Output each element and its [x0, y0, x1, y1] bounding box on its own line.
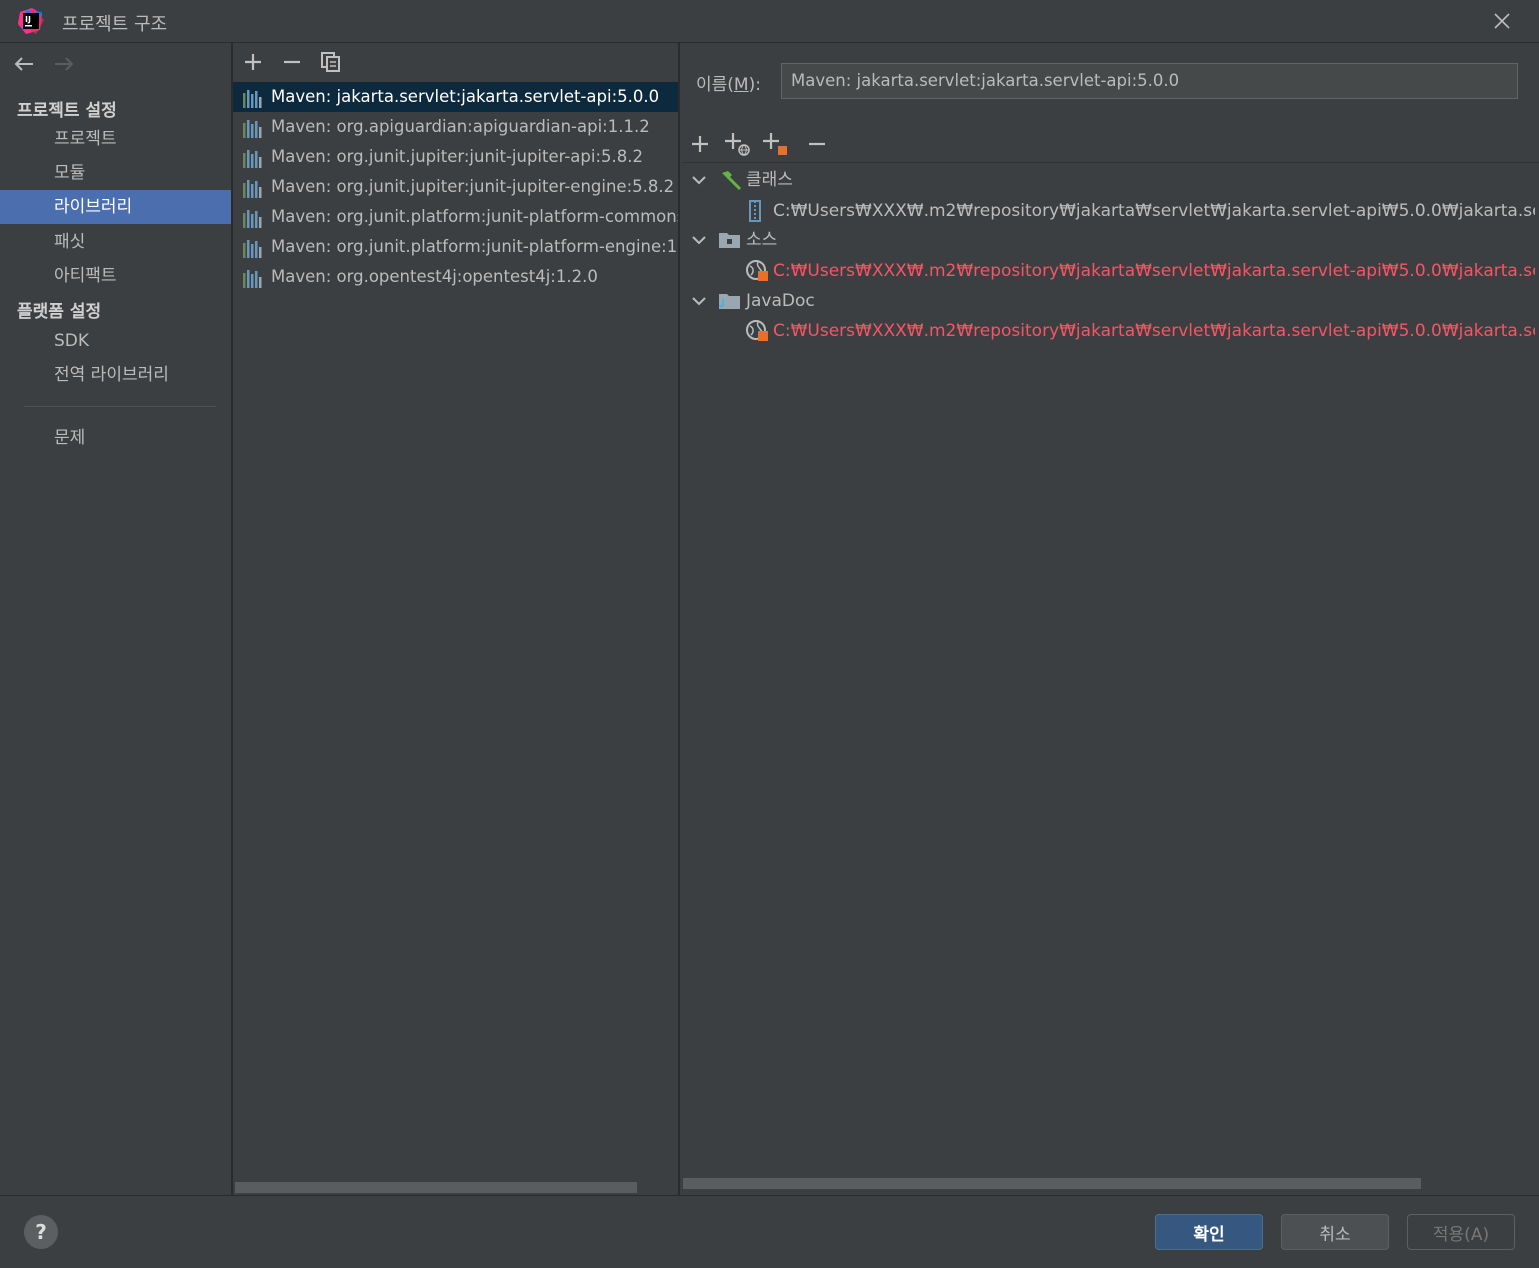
- nav-item-libraries[interactable]: 라이브러리: [0, 190, 231, 224]
- library-name-input[interactable]: Maven: jakarta.servlet:jakarta.servlet-a…: [781, 63, 1518, 99]
- tree-node-label: JavaDoc: [746, 291, 815, 311]
- chevron-down-icon[interactable]: [690, 292, 708, 310]
- tree-node-label: 소스: [746, 230, 778, 250]
- nav-item-sdk[interactable]: SDK: [0, 324, 231, 358]
- intellij-logo-icon: IJ: [18, 8, 44, 34]
- classes-path: C:₩Users₩XXX₩.m2₩repository₩jakarta₩serv…: [773, 201, 1535, 221]
- tree-leaf-sources-path[interactable]: C:₩Users₩XXX₩.m2₩repository₩jakarta₩serv…: [746, 256, 1535, 286]
- ok-button[interactable]: 확인: [1155, 1214, 1263, 1250]
- globe-error-icon: [746, 260, 768, 281]
- library-icon: [242, 238, 264, 258]
- copy-icon: [321, 52, 340, 72]
- attach-url-button[interactable]: [724, 130, 752, 158]
- nav-item-modules[interactable]: 모듈: [0, 156, 231, 190]
- add-root-button[interactable]: [686, 130, 714, 158]
- sidebar: 프로젝트 설정 프로젝트 모듈 라이브러리 패싯 아티팩트 플랫폼 설정 SDK…: [0, 43, 231, 1195]
- library-name: Maven: org.junit.jupiter:junit-jupiter-e…: [271, 177, 675, 196]
- close-icon: [1494, 13, 1510, 29]
- project-settings-header: 프로젝트 설정: [17, 101, 117, 121]
- tree-node-javadoc[interactable]: JavaDoc: [690, 286, 1535, 316]
- library-icon: [242, 178, 264, 198]
- library-list-item[interactable]: Maven: org.apiguardian:apiguardian-api:1…: [233, 112, 678, 142]
- minus-icon: [809, 142, 825, 146]
- help-icon: ?: [35, 1220, 47, 1244]
- forward-button[interactable]: [51, 53, 77, 75]
- title-bar: [0, 0, 1539, 43]
- arrow-right-icon: [55, 57, 74, 71]
- back-button[interactable]: [11, 53, 37, 75]
- library-list-item[interactable]: Maven: org.junit.platform:junit-platform…: [233, 202, 678, 232]
- help-button[interactable]: ?: [24, 1215, 58, 1249]
- library-list-item[interactable]: Maven: org.junit.jupiter:junit-jupiter-e…: [233, 172, 678, 202]
- minus-icon: [284, 60, 300, 64]
- add-excluded-button[interactable]: [762, 130, 790, 158]
- nav-item-problems[interactable]: 문제: [0, 421, 231, 455]
- tree-node-sources[interactable]: 소스: [690, 225, 1535, 255]
- library-list-panel: Maven: jakarta.servlet:jakarta.servlet-a…: [233, 43, 678, 1195]
- library-list-item[interactable]: Maven: org.opentest4j:opentest4j:1.2.0: [233, 262, 678, 292]
- detail-tree-scrollbar[interactable]: [683, 1178, 1421, 1189]
- library-list-item[interactable]: Maven: jakarta.servlet:jakarta.servlet-a…: [233, 82, 678, 112]
- tree-node-label: 클래스: [746, 170, 793, 190]
- arrow-left-icon: [14, 57, 33, 71]
- nav-divider: [24, 406, 216, 407]
- folder-icon: [719, 233, 740, 248]
- plus-icon: [692, 136, 708, 152]
- svg-text:IJ: IJ: [25, 15, 31, 24]
- library-name: Maven: jakarta.servlet:jakarta.servlet-a…: [271, 87, 660, 106]
- library-icon: [242, 208, 264, 228]
- library-name: Maven: org.junit.jupiter:junit-jupiter-a…: [271, 147, 644, 166]
- apply-button[interactable]: 적용(A): [1407, 1214, 1515, 1250]
- library-icon: [242, 118, 264, 138]
- tree-node-classes[interactable]: 클래스: [690, 165, 1535, 195]
- library-name: Maven: org.junit.platform:junit-platform…: [271, 237, 678, 256]
- window-title: 프로젝트 구조: [62, 14, 168, 35]
- toolbar-divider: [682, 162, 1539, 163]
- add-url-icon: [725, 133, 750, 156]
- hammer-icon: [722, 171, 742, 191]
- tree-leaf-classes-path[interactable]: C:₩Users₩XXX₩.m2₩repository₩jakarta₩serv…: [746, 196, 1535, 226]
- javadoc-path: C:₩Users₩XXX₩.m2₩repository₩jakarta₩serv…: [773, 321, 1535, 341]
- sources-path: C:₩Users₩XXX₩.m2₩repository₩jakarta₩serv…: [773, 261, 1535, 281]
- remove-root-button[interactable]: [803, 130, 831, 158]
- remove-library-button[interactable]: [278, 48, 306, 76]
- nav-item-global-libraries[interactable]: 전역 라이브러리: [0, 358, 231, 392]
- chevron-down-icon[interactable]: [690, 231, 708, 249]
- chevron-down-icon[interactable]: [690, 171, 708, 189]
- library-name: Maven: org.junit.platform:junit-platform…: [271, 207, 678, 226]
- copy-library-button[interactable]: [317, 48, 345, 76]
- tree-leaf-javadoc-path[interactable]: C:₩Users₩XXX₩.m2₩repository₩jakarta₩serv…: [746, 316, 1535, 346]
- add-library-button[interactable]: [239, 48, 267, 76]
- plus-icon: [245, 54, 261, 70]
- library-list-item[interactable]: Maven: org.junit.platform:junit-platform…: [233, 232, 678, 262]
- add-excluded-icon: [763, 133, 787, 155]
- jar-icon: [749, 200, 761, 222]
- nav-item-facets[interactable]: 패싯: [0, 225, 231, 259]
- javadoc-folder-icon: [719, 294, 740, 309]
- library-list-scrollbar[interactable]: [235, 1182, 637, 1193]
- library-icon: [242, 268, 264, 288]
- library-name: Maven: org.apiguardian:apiguardian-api:1…: [271, 117, 650, 136]
- library-icon: [242, 148, 264, 168]
- library-icon: [242, 88, 264, 108]
- library-name: Maven: org.opentest4j:opentest4j:1.2.0: [271, 267, 598, 286]
- cancel-button[interactable]: 취소: [1281, 1214, 1389, 1250]
- globe-error-icon: [746, 320, 768, 341]
- library-list-item[interactable]: Maven: org.junit.jupiter:junit-jupiter-a…: [233, 142, 678, 172]
- name-label: 이름(M):: [696, 75, 761, 95]
- nav-item-project[interactable]: 프로젝트: [0, 122, 231, 156]
- close-button[interactable]: [1486, 6, 1518, 36]
- platform-settings-header: 플랫폼 설정: [17, 302, 102, 322]
- nav-item-artifacts[interactable]: 아티팩트: [0, 259, 231, 293]
